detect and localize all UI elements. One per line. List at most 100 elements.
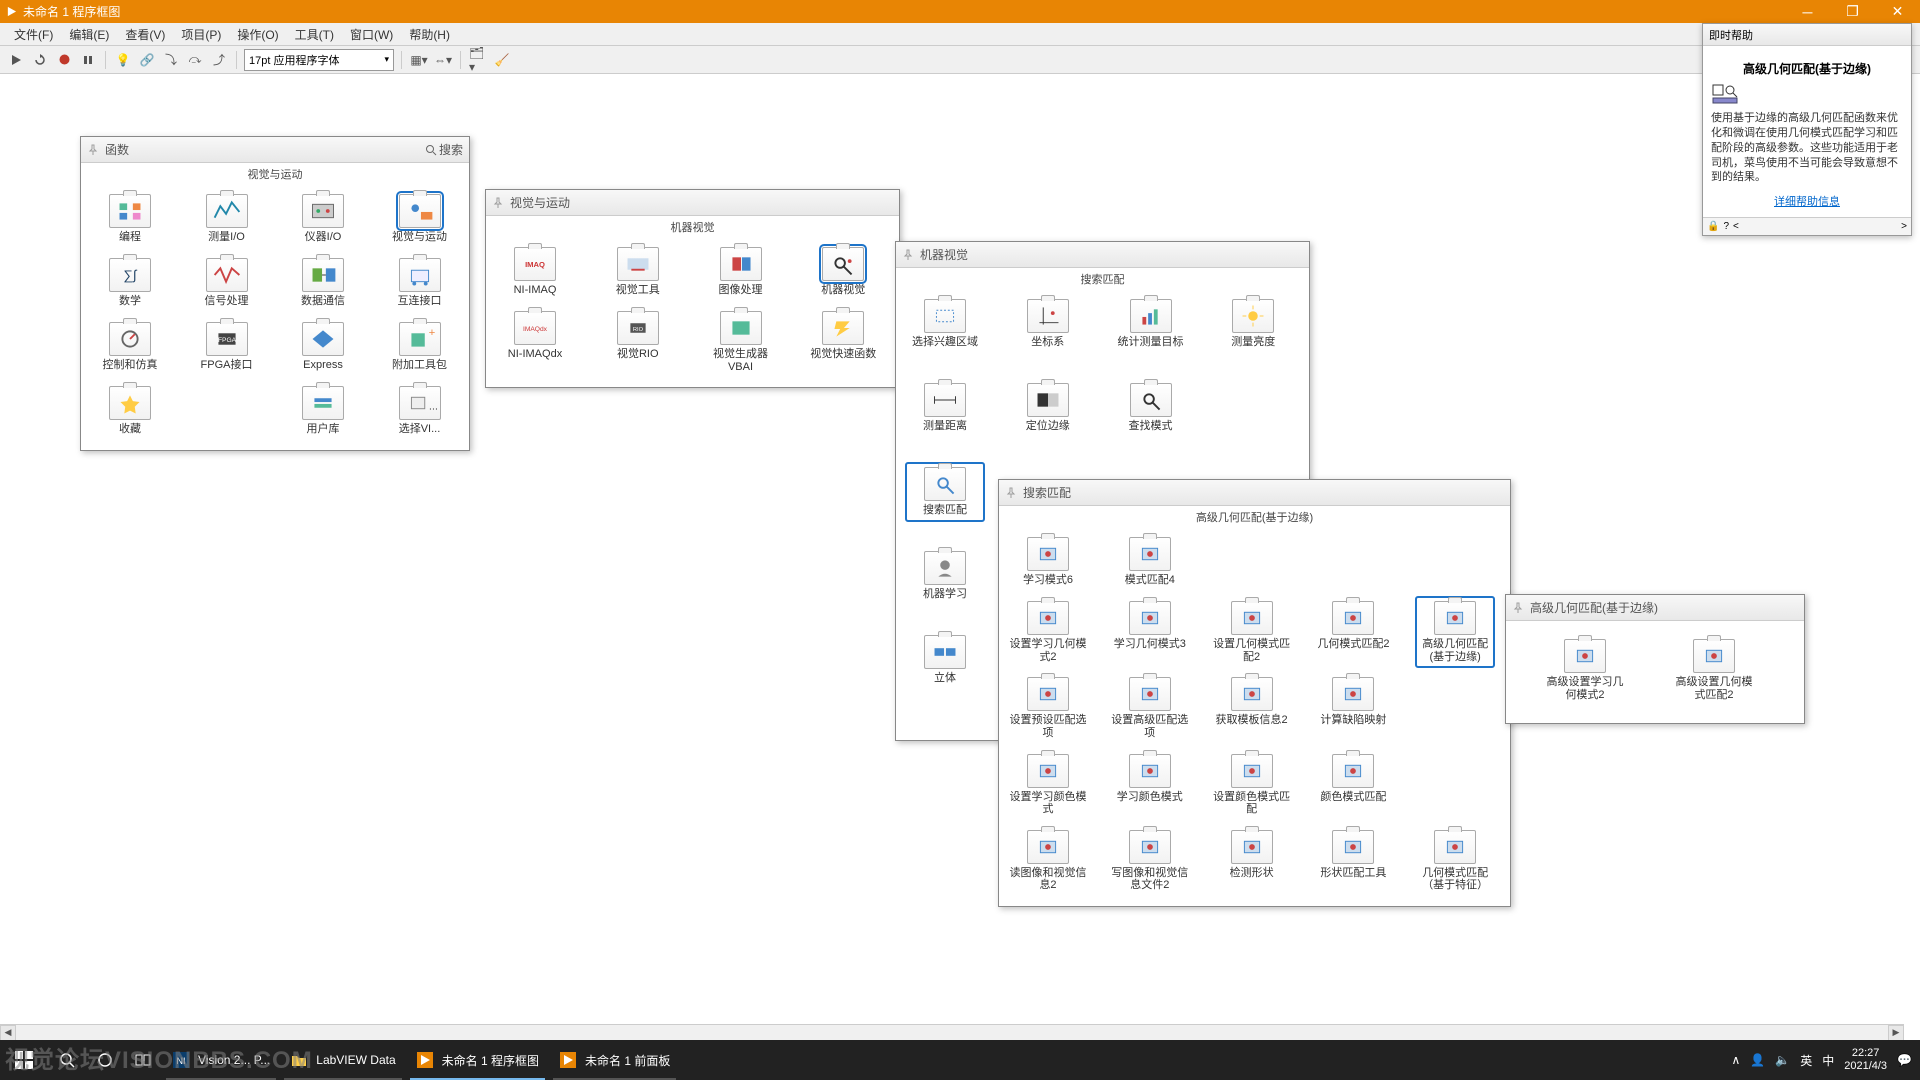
tray-expand-icon[interactable]: ∧	[1731, 1053, 1740, 1067]
palette-item[interactable]: ∑∫数学	[91, 254, 169, 312]
tray-ime1[interactable]: 英	[1800, 1052, 1812, 1069]
palette-item[interactable]: 形状匹配工具	[1314, 826, 1392, 896]
align-button[interactable]: ▦▾	[409, 50, 429, 70]
palette-item[interactable]: 高级设置几何模式匹配2	[1675, 635, 1753, 705]
retain-wire-button[interactable]: 🔗	[137, 50, 157, 70]
tray-people-icon[interactable]: 👤	[1750, 1053, 1765, 1067]
step-out-button[interactable]: ⤴	[209, 50, 229, 70]
menu-operate[interactable]: 操作(O)	[229, 23, 286, 45]
font-selector[interactable]: 17pt 应用程序字体	[244, 49, 394, 71]
taskbar-item[interactable]	[48, 1040, 86, 1080]
step-over-button[interactable]: ⤼	[185, 50, 205, 70]
minimize-button[interactable]: ─	[1785, 0, 1830, 23]
clock[interactable]: 22:27 2021/4/3	[1844, 1047, 1887, 1073]
help-question-icon[interactable]: ?	[1723, 221, 1729, 232]
palette-search[interactable]: 搜索	[425, 141, 463, 158]
pin-icon[interactable]	[492, 197, 504, 209]
palette-item[interactable]: 选择兴趣区域	[906, 295, 984, 353]
palette-item[interactable]: 设置预设匹配选项	[1009, 673, 1087, 743]
tray-sound-icon[interactable]: 🔈	[1775, 1053, 1790, 1067]
menu-tools[interactable]: 工具(T)	[287, 23, 342, 45]
palette-item[interactable]: 坐标系	[1009, 295, 1087, 353]
palette-item[interactable]: 控制和仿真	[91, 318, 169, 376]
menu-help[interactable]: 帮助(H)	[401, 23, 458, 45]
scroll-track[interactable]	[16, 1025, 1888, 1041]
palette-header[interactable]: 搜索匹配	[999, 480, 1510, 506]
step-into-button[interactable]: ⤵	[161, 50, 181, 70]
palette-header[interactable]: 高级几何匹配(基于边缘)	[1506, 595, 1804, 621]
taskbar-item[interactable]: 未命名 1 前面板	[549, 1040, 680, 1080]
palette-item[interactable]: 用户库	[284, 382, 362, 440]
taskbar-item[interactable]	[86, 1040, 124, 1080]
maximize-button[interactable]: ❐	[1830, 0, 1875, 23]
pin-icon[interactable]	[902, 249, 914, 261]
horizontal-scrollbar[interactable]: ◀ ▶	[0, 1024, 1904, 1040]
palette-item[interactable]: IMAQdxNI-IMAQdx	[496, 307, 574, 377]
help-detail-link[interactable]: 详细帮助信息	[1711, 193, 1903, 209]
palette-item[interactable]: 图像处理	[702, 243, 780, 301]
palette-item[interactable]: 编程	[91, 190, 169, 248]
palette-item[interactable]: 查找模式	[1112, 379, 1190, 437]
pin-icon[interactable]	[87, 144, 99, 156]
palette-item[interactable]: 颜色模式匹配	[1314, 750, 1392, 820]
palette-item[interactable]: +附加工具包	[381, 318, 459, 376]
palette-item[interactable]: 统计测量目标	[1112, 295, 1190, 353]
run-continuous-button[interactable]	[30, 50, 50, 70]
pause-button[interactable]	[78, 50, 98, 70]
menu-edit[interactable]: 编辑(E)	[61, 23, 117, 45]
taskbar-item[interactable]: 未命名 1 程序框图	[406, 1040, 549, 1080]
palette-item[interactable]: 学习颜色模式	[1111, 750, 1189, 820]
palette-item[interactable]: 高级设置学习几何模式2	[1546, 635, 1624, 705]
palette-item[interactable]: FPGAFPGA接口	[188, 318, 266, 376]
pin-icon[interactable]	[1005, 487, 1017, 499]
palette-item[interactable]: 视觉工具	[599, 243, 677, 301]
palette-item[interactable]: 设置学习几何模式2	[1009, 597, 1087, 667]
abort-button[interactable]	[54, 50, 74, 70]
menu-project[interactable]: 项目(P)	[173, 23, 229, 45]
palette-item[interactable]: 写图像和视觉信息文件2	[1111, 826, 1189, 896]
palette-item[interactable]: Express	[284, 318, 362, 376]
palette-item[interactable]: 机器学习	[906, 547, 984, 605]
start-button[interactable]	[0, 1040, 48, 1080]
palette-item[interactable]: IMAQNI-IMAQ	[496, 243, 574, 301]
help-title[interactable]: 即时帮助	[1703, 24, 1911, 46]
palette-item[interactable]: …选择VI...	[381, 382, 459, 440]
notifications-icon[interactable]: 💬	[1897, 1053, 1912, 1067]
block-diagram-canvas[interactable]: 函数 搜索 视觉与运动 编程测量I/O仪器I/O视觉与运动∑∫数学信号处理数据通…	[0, 74, 1920, 1040]
run-button[interactable]	[6, 50, 26, 70]
menu-file[interactable]: 文件(F)	[6, 23, 61, 45]
palette-item[interactable]: 设置高级匹配选项	[1111, 673, 1189, 743]
taskbar-item[interactable]: NIVision 2... P...	[162, 1040, 280, 1080]
palette-item[interactable]: 视觉生成器VBAI	[702, 307, 780, 377]
palette-item[interactable]: 机器视觉	[804, 243, 882, 301]
palette-header[interactable]: 视觉与运动	[486, 190, 899, 216]
palette-item[interactable]: 高级几何匹配(基于边缘)	[1416, 597, 1494, 667]
chevron-left-icon[interactable]: <	[1733, 221, 1739, 232]
palette-item[interactable]: 视觉快速函数	[804, 307, 882, 377]
scroll-right-arrow[interactable]: ▶	[1888, 1025, 1904, 1041]
palette-item[interactable]: 测量距离	[906, 379, 984, 437]
cleanup-button[interactable]: 🧹	[492, 50, 512, 70]
palette-item[interactable]: 搜索匹配	[906, 463, 984, 521]
palette-item[interactable]: 设置学习颜色模式	[1009, 750, 1087, 820]
close-button[interactable]: ✕	[1875, 0, 1920, 23]
palette-item[interactable]: 获取模板信息2	[1213, 673, 1291, 743]
palette-item[interactable]: RIO视觉RIO	[599, 307, 677, 377]
palette-item[interactable]: 几何模式匹配2	[1314, 597, 1392, 667]
palette-item[interactable]: 立体	[906, 631, 984, 689]
highlight-exec-button[interactable]: 💡	[113, 50, 133, 70]
palette-item[interactable]: 设置颜色模式匹配	[1213, 750, 1291, 820]
palette-item[interactable]: 视觉与运动	[381, 190, 459, 248]
palette-item[interactable]: 测量亮度	[1214, 295, 1292, 353]
palette-item[interactable]: 仪器I/O	[284, 190, 362, 248]
palette-item[interactable]: 数据通信	[284, 254, 362, 312]
palette-item[interactable]: 计算缺陷映射	[1314, 673, 1392, 743]
palette-item[interactable]: 学习几何模式3	[1111, 597, 1189, 667]
palette-header[interactable]: 机器视觉	[896, 242, 1309, 268]
palette-item[interactable]: 测量I/O	[188, 190, 266, 248]
palette-item[interactable]: 收藏	[91, 382, 169, 440]
lock-icon[interactable]: 🔒	[1707, 221, 1719, 232]
reorder-button[interactable]: 🗂▾	[468, 50, 488, 70]
palette-item[interactable]: 定位边缘	[1009, 379, 1087, 437]
tray-ime2[interactable]: 中	[1822, 1052, 1834, 1069]
